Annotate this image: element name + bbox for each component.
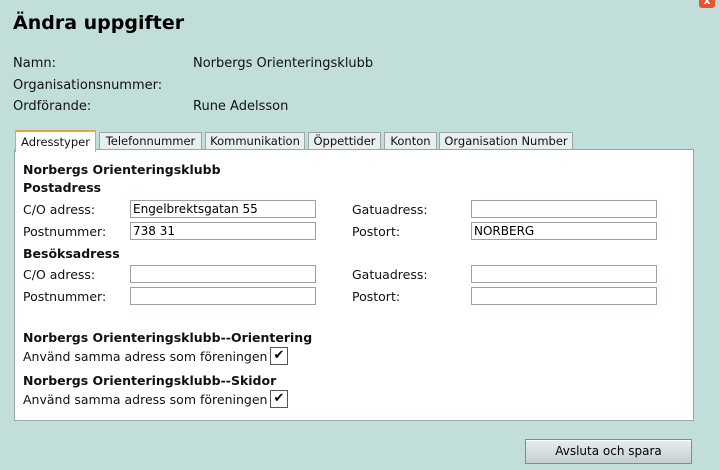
save-and-close-button[interactable]: Avsluta och spara: [525, 439, 692, 464]
visit-co-input[interactable]: [130, 265, 316, 283]
skidor-heading: Norbergs Orienteringsklubb--Skidor: [23, 373, 277, 388]
org-name-heading: Norbergs Orienteringsklubb: [23, 162, 221, 177]
tab-panel-adresstyper: Norbergs Orienteringsklubb Postadress C/…: [14, 149, 694, 421]
visit-city-input[interactable]: [471, 287, 657, 305]
visit-city-label: Postort:: [352, 289, 401, 304]
tab-organisation-number[interactable]: Organisation Number: [439, 132, 573, 150]
post-zip-input[interactable]: 738 31: [130, 222, 316, 240]
tab-adresstyper[interactable]: Adresstyper: [15, 130, 96, 152]
visit-street-label: Gatuadress:: [352, 267, 428, 282]
post-street-label: Gatuadress:: [352, 202, 428, 217]
visit-zip-label: Postnummer:: [23, 289, 107, 304]
dialog-title: Ändra uppgifter: [13, 12, 185, 34]
tab-konton[interactable]: Konton: [384, 132, 437, 150]
tab-kommunikation[interactable]: Kommunikation: [205, 132, 305, 150]
post-co-input[interactable]: Engelbrektsgatan 55: [130, 200, 316, 218]
postadress-heading: Postadress: [23, 180, 102, 195]
visit-street-input[interactable]: [471, 265, 657, 283]
orientering-checkbox-label: Använd samma adress som föreningen: [23, 349, 268, 364]
besoksadress-heading: Besöksadress: [23, 246, 120, 261]
post-street-input[interactable]: [471, 200, 657, 218]
tab-telefonnummer[interactable]: Telefonnummer: [99, 132, 202, 150]
name-value: Norbergs Orienteringsklubb: [193, 56, 374, 71]
tab-oppettider[interactable]: Öppettider: [308, 132, 381, 150]
orgnr-label: Organisationsnummer:: [13, 78, 163, 93]
visit-zip-input[interactable]: [130, 287, 316, 305]
close-icon[interactable]: x: [699, 0, 715, 8]
skidor-checkbox-label: Använd samma adress som föreningen: [23, 392, 268, 407]
checkmark-icon: ✔: [273, 391, 285, 406]
checkmark-icon: ✔: [273, 348, 285, 363]
post-zip-label: Postnummer:: [23, 224, 107, 239]
post-co-label: C/O adress:: [23, 202, 96, 217]
orientering-heading: Norbergs Orienteringsklubb--Orientering: [23, 330, 313, 345]
post-city-input[interactable]: NORBERG: [471, 222, 657, 240]
skidor-same-address-checkbox[interactable]: ✔: [270, 390, 288, 408]
chair-value: Rune Adelsson: [193, 99, 289, 114]
orientering-same-address-checkbox[interactable]: ✔: [270, 347, 288, 365]
visit-co-label: C/O adress:: [23, 267, 96, 282]
chair-label: Ordförande:: [13, 99, 92, 114]
post-city-label: Postort:: [352, 224, 401, 239]
name-label: Namn:: [13, 56, 56, 71]
